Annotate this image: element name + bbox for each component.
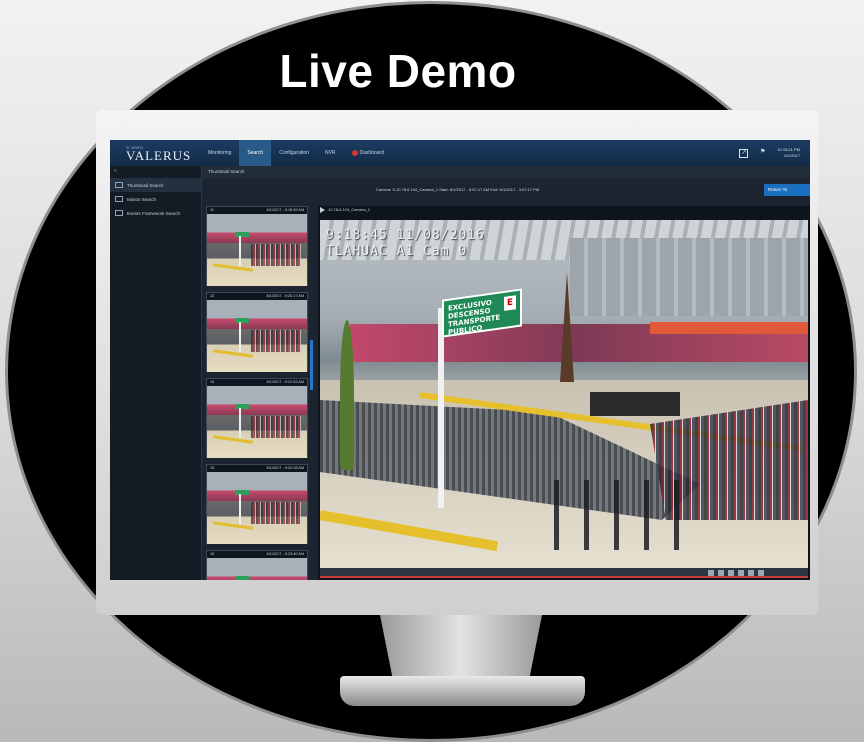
video-camera-name: 10.78.6.104_Camera_1 [328, 207, 371, 212]
main-nav: Monitoring Search Configuration NVR Dash… [200, 140, 392, 166]
thumbnail-card[interactable]: 15 6/1/2017 - 9:22:28 AM [206, 464, 308, 544]
sidebar-item-motion-search[interactable]: Motion Search [110, 192, 201, 206]
thumbnail-card[interactable]: 11 6/1/2017 - 9:18:45 AM [206, 206, 308, 286]
thumbnail-index: 11 [210, 208, 214, 212]
monitor-neck [380, 615, 542, 680]
thumbnail-icon [115, 182, 123, 188]
headline: Live Demo [279, 45, 517, 97]
flag-icon[interactable]: ⚑ [758, 149, 767, 158]
tab-monitoring[interactable]: Monitoring [200, 140, 239, 166]
events-icon [115, 210, 123, 216]
sidebar-item-thumbnail-search[interactable]: Thumbnail Search [110, 178, 201, 192]
thumbnail-image[interactable] [207, 472, 307, 544]
tab-dashboard-label: Dashboard [359, 150, 384, 156]
thumbnail-time: 6/1/2017 - 9:23:40 AM [266, 552, 304, 556]
tab-configuration[interactable]: Configuration [271, 140, 317, 166]
monitor-screen: ◎ VIDEO VALERUS Monitoring Search Config… [110, 140, 810, 580]
play-icon[interactable] [320, 207, 325, 213]
playback-timeline[interactable] [320, 568, 808, 578]
timeline-progress [320, 576, 808, 578]
camera-range-text: Camera: 5-10.78.6.104_Camera_1 Start: 6/… [376, 187, 540, 192]
brand-name: VALERUS [126, 147, 192, 163]
thumbnail-index: 14 [210, 380, 215, 384]
tab-dashboard[interactable]: Dashboard [344, 140, 392, 166]
sidebar-collapse-icon[interactable]: « [110, 166, 201, 178]
osd-camera-label: TLAHUAC A1 Cam 0 [326, 244, 468, 259]
clock: 12:15:21 PM 6/1/2017 [777, 147, 800, 159]
thumbnail-index: 12 [210, 294, 215, 298]
top-right-tools: ↗ ⚑ 12:15:21 PM 6/1/2017 [739, 147, 810, 159]
street-sign-box: E [504, 295, 516, 311]
motion-icon [115, 196, 123, 202]
sidebar-item-label: Thumbnail Search [127, 182, 164, 188]
top-nav-bar: ◎ VIDEO VALERUS Monitoring Search Config… [110, 140, 810, 166]
thumbnail-image[interactable] [207, 386, 307, 458]
thumbnail-card[interactable]: 12 6/1/2017 - 9:20:17 AM [206, 292, 308, 372]
thumbnail-card[interactable]: 14 6/1/2017 - 9:21:53 AM [206, 378, 308, 458]
thumbnail-header: 11 6/1/2017 - 9:18:45 AM [207, 207, 307, 214]
export-icon[interactable]: ↗ [739, 148, 749, 158]
thumbnail-image[interactable] [207, 300, 307, 372]
tab-search[interactable]: Search [239, 140, 272, 166]
osd-timestamp: 9:18:45 11/08/2016 [326, 228, 485, 243]
thumbnail-index: 16 [210, 552, 215, 556]
video-player[interactable]: EXCLUSIVO DESCENSO TRANSPORTE PUBLICO E … [320, 220, 808, 572]
search-info-bar: Camera: 5-10.78.6.104_Camera_1 Start: 6/… [202, 178, 810, 200]
video-panel: 10.78.6.104_Camera_1 EXCLUSIVO DESCENSO … [318, 206, 810, 580]
thumbnail-image[interactable] [207, 558, 307, 580]
tab-nvr[interactable]: NVR [317, 140, 344, 166]
panel-title: Thumbnail Search [202, 166, 810, 178]
video-osd: 9:18:45 11/08/2016 TLAHUAC A1 Cam 0 [326, 228, 485, 260]
brand-logo[interactable]: ◎ VIDEO VALERUS [110, 145, 200, 162]
thumbnail-time: 6/1/2017 - 9:22:28 AM [266, 466, 304, 470]
sidebar: « Thumbnail Search Motion Search Events … [110, 166, 202, 580]
thumbnail-image[interactable] [207, 214, 307, 286]
thumbnail-index: 15 [210, 466, 215, 470]
thumbnail-list: 11 6/1/2017 - 9:18:45 AM 12 6/1/2017 - 9:2… [206, 206, 308, 580]
clock-date: 6/1/2017 [784, 153, 800, 158]
alert-dot-icon [351, 149, 358, 156]
monitor-stand [340, 676, 585, 706]
thumbnail-header: 15 6/1/2017 - 9:22:28 AM [207, 465, 307, 472]
thumbnail-card[interactable]: 16 6/1/2017 - 9:23:40 AM [206, 550, 308, 580]
thumbnail-time: 6/1/2017 - 9:21:53 AM [266, 380, 304, 384]
sidebar-item-label: Motion Search [127, 196, 157, 202]
thumbnail-header: 12 6/1/2017 - 9:20:17 AM [207, 293, 307, 300]
thumbnail-header: 14 6/1/2017 - 9:21:53 AM [207, 379, 307, 386]
sidebar-item-events-search[interactable]: Events Framework Search [110, 206, 201, 220]
thumbnail-header: 16 6/1/2017 - 9:23:40 AM [207, 551, 307, 558]
thumbnail-time: 6/1/2017 - 9:18:45 AM [266, 208, 304, 212]
thumbnail-scrollbar[interactable] [310, 340, 313, 390]
sidebar-item-label: Events Framework Search [127, 210, 181, 216]
thumbnail-time: 6/1/2017 - 9:20:17 AM [266, 294, 304, 298]
return-button[interactable]: Return To [764, 184, 810, 196]
